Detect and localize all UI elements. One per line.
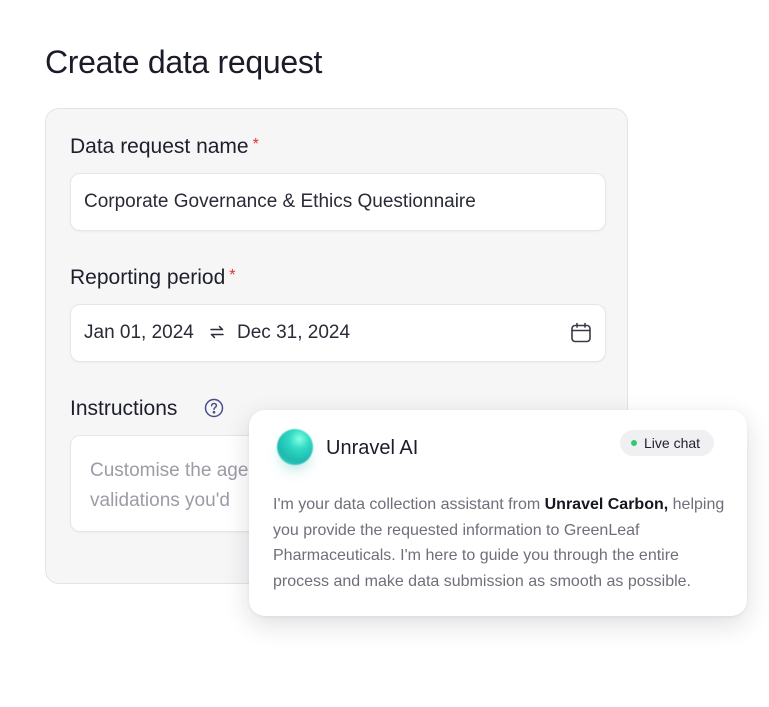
swap-arrows-icon — [209, 325, 225, 344]
calendar-icon[interactable] — [570, 322, 592, 349]
data-request-name-label: Data request name * — [70, 135, 259, 158]
agent-name: Unravel AI — [326, 437, 419, 459]
data-request-name-value: Corporate Governance & Ethics Questionna… — [84, 191, 476, 212]
chat-message: I'm your data collection assistant from … — [273, 496, 725, 590]
required-mark: * — [252, 136, 259, 153]
instructions-label: Instructions — [70, 397, 178, 420]
data-request-name-input[interactable]: Corporate Governance & Ethics Questionna… — [70, 173, 606, 231]
live-chat-badge[interactable]: Live chat — [620, 430, 715, 456]
status-dot-icon — [631, 440, 637, 446]
end-date: Dec 31, 2024 — [237, 322, 351, 343]
reporting-period-picker[interactable]: Jan 01, 2024 Dec 31, 2024 — [70, 304, 606, 362]
start-date: Jan 01, 2024 — [84, 322, 194, 343]
ai-chat-popup: Unravel AI Live chat I'm your data colle… — [249, 410, 747, 616]
ai-orb-icon — [277, 429, 313, 465]
reporting-period-label: Reporting period * — [70, 266, 236, 289]
help-circle-icon[interactable] — [204, 398, 224, 423]
brand-name: Unravel Carbon, — [544, 496, 669, 513]
required-mark: * — [229, 267, 236, 284]
page-title: Create data request — [45, 44, 323, 80]
live-chat-label: Live chat — [644, 435, 701, 451]
